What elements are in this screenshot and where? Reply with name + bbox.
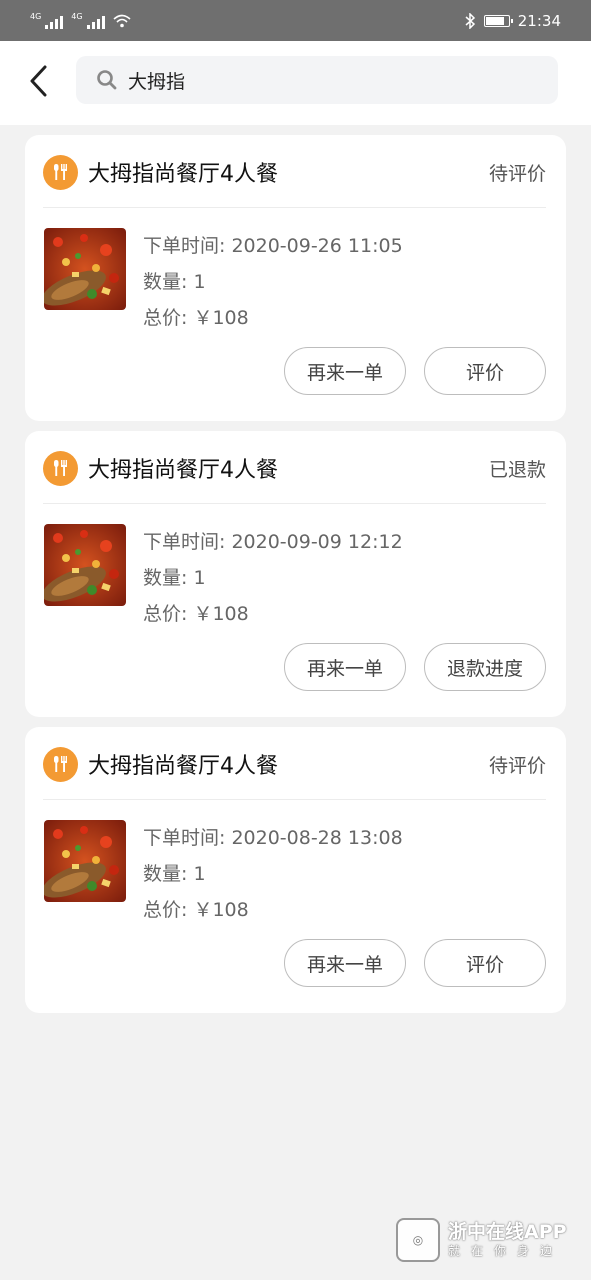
shop-name[interactable]: 大拇指尚餐厅4人餐 xyxy=(88,748,489,780)
divider xyxy=(43,799,546,800)
order-price: 总价: ￥108 xyxy=(143,307,249,329)
status-bar-right: 21:34 xyxy=(464,12,561,30)
card-header: 大拇指尚餐厅4人餐 待评价 xyxy=(43,744,546,784)
watermark-text: 浙中在线APP 就在你身边 xyxy=(448,1221,567,1259)
restaurant-icon xyxy=(43,154,78,190)
status-bar-left: 4G 4G xyxy=(30,11,131,29)
clock: 21:34 xyxy=(517,11,561,30)
order-card[interactable]: 大拇指尚餐厅4人餐 待评价 xyxy=(25,727,566,1013)
order-info: 下单时间: 2020-08-28 13:08 数量: 1 总价: ￥108 xyxy=(143,820,403,928)
order-status: 已退款 xyxy=(488,458,546,481)
reorder-button[interactable]: 再来一单 xyxy=(284,939,406,987)
action-button[interactable]: 退款进度 xyxy=(424,643,546,691)
order-info: 下单时间: 2020-09-26 11:05 数量: 1 总价: ￥108 xyxy=(143,228,403,336)
bluetooth-icon xyxy=(465,12,475,29)
search-query: 大拇指 xyxy=(128,70,186,93)
shop-name[interactable]: 大拇指尚餐厅4人餐 xyxy=(88,156,489,188)
header: 大拇指 xyxy=(0,41,591,125)
order-info: 下单时间: 2020-09-09 12:12 数量: 1 总价: ￥108 xyxy=(143,524,403,632)
order-price: 总价: ￥108 xyxy=(143,603,249,625)
search-input[interactable]: 大拇指 xyxy=(76,56,558,104)
back-button[interactable] xyxy=(22,61,56,101)
search-icon xyxy=(97,70,117,90)
action-button[interactable]: 评价 xyxy=(424,347,546,395)
shop-name[interactable]: 大拇指尚餐厅4人餐 xyxy=(88,452,489,484)
order-time: 下单时间: 2020-09-09 12:12 xyxy=(143,531,403,553)
network-type-label: 4G xyxy=(30,11,42,21)
back-arrow-icon xyxy=(30,65,47,97)
order-status: 待评价 xyxy=(488,162,546,185)
food-thumbnail[interactable] xyxy=(44,524,126,606)
reorder-button[interactable]: 再来一单 xyxy=(284,643,406,691)
watermark-title: 浙中在线APP xyxy=(448,1221,567,1243)
order-time: 下单时间: 2020-08-28 13:08 xyxy=(143,827,403,849)
divider xyxy=(43,207,546,208)
watermark-logo: ◎ xyxy=(396,1218,440,1262)
food-thumbnail[interactable] xyxy=(44,228,126,310)
order-quantity: 数量: 1 xyxy=(143,863,206,885)
order-card[interactable]: 大拇指尚餐厅4人餐 已退款 下单时间: 2020-09-09 12:12 数量:… xyxy=(25,431,566,717)
battery-icon xyxy=(483,14,513,27)
watermark-subtitle: 就在你身边 xyxy=(448,1244,564,1258)
order-time: 下单时间: 2020-09-26 11:05 xyxy=(143,235,403,257)
watermark: ◎ 浙中在线APP 就在你身边 xyxy=(396,1218,567,1262)
order-price: 总价: ￥108 xyxy=(143,899,249,921)
divider xyxy=(43,503,546,504)
action-button[interactable]: 评价 xyxy=(424,939,546,987)
reorder-button[interactable]: 再来一单 xyxy=(284,347,406,395)
order-quantity: 数量: 1 xyxy=(143,271,206,293)
restaurant-icon xyxy=(43,746,78,782)
food-thumbnail[interactable] xyxy=(44,820,126,902)
order-status: 待评价 xyxy=(488,754,546,777)
wifi-icon xyxy=(113,14,131,27)
card-header: 大拇指尚餐厅4人餐 已退款 xyxy=(43,448,546,488)
order-card[interactable]: 大拇指尚餐厅4人餐 待评价 xyxy=(25,135,566,421)
restaurant-icon xyxy=(43,450,78,486)
signal-icon: 4G xyxy=(30,11,64,29)
signal-icon: 4G xyxy=(71,11,105,29)
network-type-label: 4G xyxy=(71,11,83,21)
order-quantity: 数量: 1 xyxy=(143,567,206,589)
status-bar: 4G 4G 21:34 xyxy=(0,0,591,41)
card-header: 大拇指尚餐厅4人餐 待评价 xyxy=(43,152,546,192)
